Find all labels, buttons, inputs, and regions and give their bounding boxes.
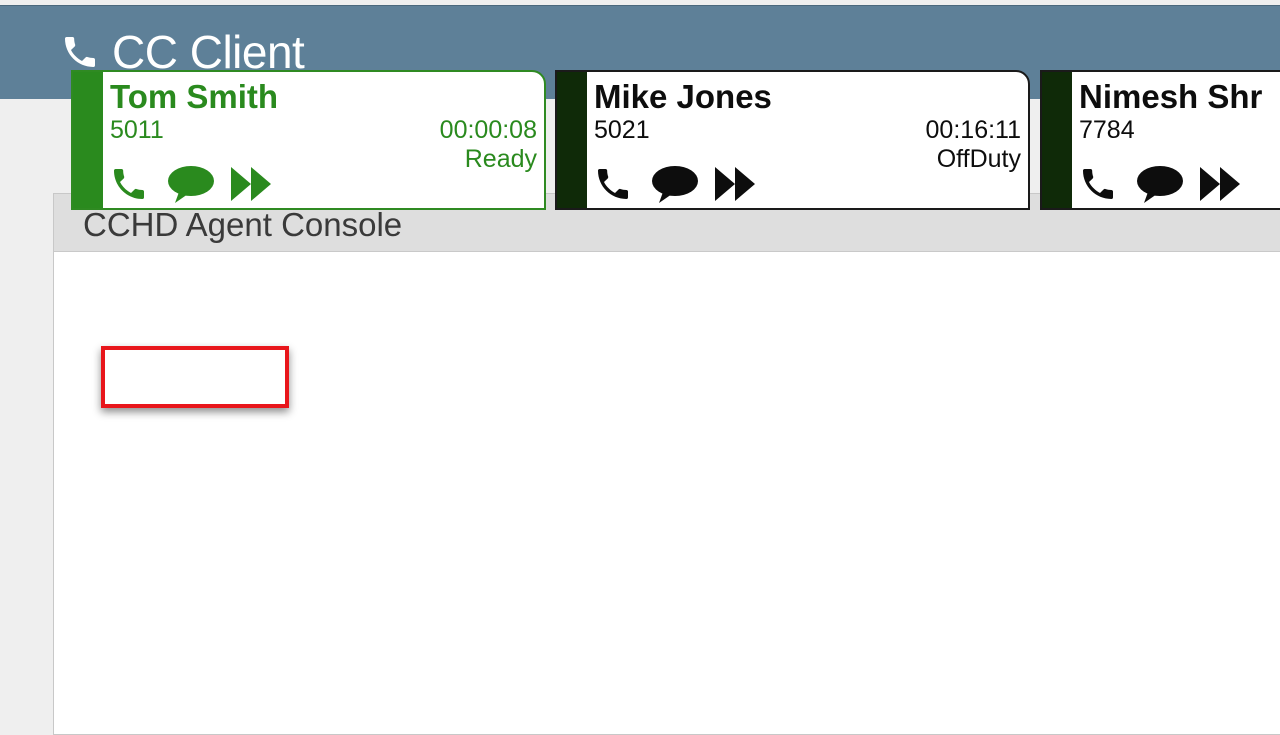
agent-name: Mike Jones [594, 78, 772, 115]
agent-timer: 00:00:08 [439, 116, 537, 144]
fast-forward-icon[interactable] [1198, 165, 1242, 203]
fast-forward-icon[interactable] [713, 165, 757, 203]
agent-console-panel: CCHD Agent Console [53, 193, 1280, 735]
phone-icon[interactable] [109, 164, 149, 204]
agent-timer: 00:16:11 [925, 116, 1021, 144]
agent-status-stripe [557, 72, 587, 208]
agent-name: Tom Smith [110, 78, 279, 115]
agent-status: OffDuty [936, 145, 1021, 173]
agent-actions [593, 160, 757, 208]
agent-name: Nimesh Shr [1079, 78, 1263, 115]
phone-icon [65, 37, 95, 67]
agent-card-tom-smith[interactable]: Tom Smith 5011 00:00:08 Ready [71, 70, 546, 210]
agent-status: Ready [464, 145, 537, 173]
chat-bubble-icon[interactable] [650, 164, 700, 204]
agent-actions [109, 160, 273, 208]
chat-bubble-icon[interactable] [166, 164, 216, 204]
agent-status-stripe [1042, 72, 1072, 208]
console-title: CCHD Agent Console [83, 206, 403, 243]
agent-card-nimesh[interactable]: Nimesh Shr 7784 [1040, 70, 1280, 210]
agent-actions [1078, 160, 1242, 208]
agent-status-stripe [73, 72, 103, 208]
chat-bubble-icon[interactable] [1135, 164, 1185, 204]
agent-card-mike-jones[interactable]: Mike Jones 5021 00:16:11 OffDuty [555, 70, 1030, 210]
fast-forward-icon[interactable] [229, 165, 273, 203]
agent-extension: 5021 [594, 116, 650, 144]
phone-icon[interactable] [593, 164, 633, 204]
phone-icon[interactable] [1078, 164, 1118, 204]
agent-extension: 5011 [110, 116, 164, 144]
agent-extension: 7784 [1079, 116, 1135, 144]
